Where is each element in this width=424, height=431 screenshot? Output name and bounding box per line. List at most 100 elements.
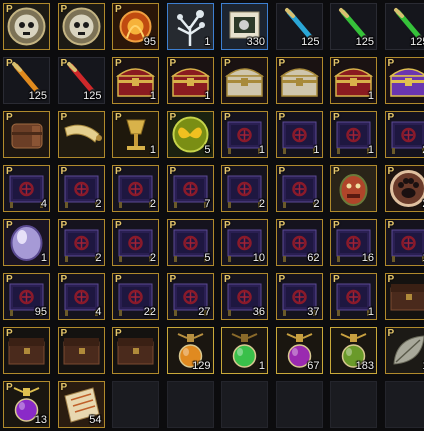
empty-slot[interactable]: [112, 381, 159, 428]
inventory-slot[interactable]: P 13: [3, 381, 50, 428]
inventory-slot[interactable]: P: [275, 57, 323, 104]
item-count: 16: [361, 252, 374, 264]
inventory-slot[interactable]: P 62: [275, 219, 323, 266]
inventory-slot[interactable]: 125: [275, 3, 323, 50]
inventory-slot[interactable]: P: [384, 273, 424, 320]
inventory-slot[interactable]: P 16: [330, 219, 377, 266]
inventory-slot[interactable]: P1: [330, 57, 377, 104]
inventory-slot[interactable]: P1: [166, 57, 214, 104]
inventory-slot[interactable]: 67: [275, 327, 323, 374]
premium-mark: P: [60, 382, 68, 393]
inventory-slot[interactable]: P4: [57, 273, 105, 320]
item-count: 1: [204, 90, 211, 102]
empty-slot[interactable]: [330, 381, 377, 428]
inventory-slot[interactable]: P4: [3, 165, 50, 212]
item-count: 67: [307, 360, 320, 372]
inventory-slot[interactable]: P: [112, 327, 159, 374]
inventory-slot[interactable]: P 36: [221, 273, 268, 320]
inventory-slot[interactable]: P2: [112, 165, 159, 212]
inventory-slot[interactable]: P 10: [221, 219, 268, 266]
inventory-slot[interactable]: P: [3, 3, 50, 50]
premium-mark: P: [60, 4, 68, 15]
premium-mark: P: [387, 328, 395, 339]
empty-slot[interactable]: [384, 381, 424, 428]
inventory-slot[interactable]: P7: [166, 165, 214, 212]
item-count: 2: [258, 198, 265, 210]
inventory-slot[interactable]: P2: [112, 219, 159, 266]
inventory-slot[interactable]: P2: [57, 165, 105, 212]
item-count: 1: [40, 252, 47, 264]
inventory-slot[interactable]: P 125: [3, 57, 50, 104]
inventory-slot[interactable]: P2: [384, 165, 424, 212]
inventory-slot[interactable]: 183: [330, 327, 377, 374]
empty-slot[interactable]: [275, 381, 323, 428]
inventory-slot[interactable]: P1: [275, 111, 323, 158]
item-count: 1: [204, 36, 211, 48]
inventory-slot[interactable]: P: [57, 111, 105, 158]
inventory-slot[interactable]: P1: [112, 111, 159, 158]
item-count: 2: [149, 252, 156, 264]
inventory-slot[interactable]: P1: [3, 219, 50, 266]
item-count: 125: [410, 36, 424, 48]
inventory-slot[interactable]: P5: [166, 219, 214, 266]
premium-mark: P: [278, 274, 286, 285]
inventory-slot[interactable]: P 22: [112, 273, 159, 320]
item-count: 2: [149, 198, 156, 210]
inventory-slot[interactable]: P1: [384, 327, 424, 374]
inventory-slot[interactable]: 1: [166, 3, 214, 50]
inventory-slot[interactable]: P 54: [57, 381, 105, 428]
inventory-slot[interactable]: 1: [221, 327, 268, 374]
inventory-slot[interactable]: P 95: [3, 273, 50, 320]
inventory-slot[interactable]: P: [57, 3, 105, 50]
inventory-slot[interactable]: P1: [330, 273, 377, 320]
inventory-slot[interactable]: P: [57, 327, 105, 374]
empty-slot[interactable]: [221, 381, 268, 428]
inventory-slot[interactable]: P2: [275, 165, 323, 212]
premium-mark: P: [115, 58, 122, 69]
inventory-slot[interactable]: P 37: [275, 273, 323, 320]
premium-mark: P: [387, 166, 395, 177]
premium-mark: P: [333, 112, 340, 123]
item-count: 62: [307, 252, 320, 264]
inventory-slot[interactable]: P1: [384, 219, 424, 266]
inventory-slot[interactable]: P 95: [112, 3, 159, 50]
item-count: 1: [149, 90, 156, 102]
inventory-slot[interactable]: P 27: [166, 273, 214, 320]
item-count: 125: [28, 90, 47, 102]
premium-mark: P: [115, 112, 122, 123]
premium-mark: P: [60, 166, 68, 177]
premium-mark: P: [224, 274, 231, 285]
inventory-slot[interactable]: 125: [384, 3, 424, 50]
premium-mark: P: [60, 112, 68, 123]
empty-slot[interactable]: [166, 381, 214, 428]
inventory-slot[interactable]: P2: [384, 111, 424, 158]
item-count: 36: [252, 306, 265, 318]
premium-mark: P: [278, 166, 286, 177]
inventory-slot[interactable]: P 125: [57, 57, 105, 104]
item-count: 27: [198, 306, 211, 318]
item-count: 125: [83, 90, 102, 102]
inventory-slot[interactable]: 330: [221, 3, 268, 50]
premium-mark: P: [333, 58, 340, 69]
inventory-slot[interactable]: P2: [57, 219, 105, 266]
inventory-slot[interactable]: P1: [112, 57, 159, 104]
inventory-slot[interactable]: P: [3, 111, 50, 158]
inventory-slot[interactable]: P: [221, 57, 268, 104]
inventory-slot[interactable]: P1: [330, 111, 377, 158]
inventory-slot[interactable]: P5: [166, 111, 214, 158]
premium-mark: P: [387, 274, 395, 285]
premium-mark: P: [115, 166, 122, 177]
inventory-slot[interactable]: 125: [330, 3, 377, 50]
inventory-slot[interactable]: P: [330, 165, 377, 212]
inventory-slot[interactable]: P: [3, 327, 50, 374]
item-count: 1: [367, 144, 374, 156]
premium-mark: P: [6, 220, 13, 231]
inventory-slot[interactable]: P1: [221, 111, 268, 158]
premium-mark: P: [6, 58, 13, 69]
inventory-slot[interactable]: P2: [221, 165, 268, 212]
inventory-slot[interactable]: 129: [166, 327, 214, 374]
inventory-slot[interactable]: P: [384, 57, 424, 104]
item-count: 54: [89, 414, 102, 426]
premium-mark: P: [278, 58, 286, 69]
item-count: 10: [252, 252, 265, 264]
